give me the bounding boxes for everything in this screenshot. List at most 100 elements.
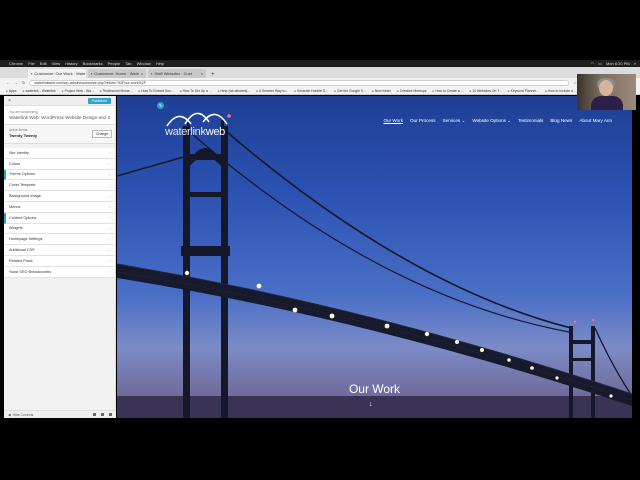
item-label: Cover Template [9,183,36,188]
close-icon[interactable]: × [8,98,11,104]
tab-staff-websites[interactable]: ▪ Staff Websites · Cust × [148,69,206,78]
forward-icon[interactable]: → [14,80,18,85]
nav-website-options[interactable]: Website Options ⌄ [472,118,511,124]
bookmark[interactable]: Testimonial Movie... [100,89,133,93]
search-icon[interactable]: ⌕ [634,61,636,66]
item-label: Homepage Settings [9,237,43,242]
customizer-item-content-options[interactable]: Content Options › [4,212,115,224]
bookmark[interactable]: How to include a ... [545,89,577,93]
item-label: Additional CSS [9,248,35,253]
bridge-photo [117,112,632,418]
menu-window[interactable]: Window [137,61,151,66]
site-navigation: Our Work Our Process Services ⌄ Website … [383,118,612,124]
url-field[interactable]: waterlinkweb.com/wp-admin/customize.php?… [29,79,570,86]
item-label: Yoast SEO Breadcrumbs [9,269,52,274]
item-label: Site Identity [9,150,29,155]
customizer-item-colors[interactable]: Colors › [4,158,115,170]
webcam-overlay [577,74,636,110]
tablet-preview-icon[interactable] [101,413,104,416]
reload-icon[interactable]: ↻ [22,80,25,85]
menu-edit[interactable]: Edit [40,61,47,66]
chevron-right-icon: › [108,204,110,210]
hide-controls-icon[interactable]: ◀ [8,413,11,417]
nav-services[interactable]: Services ⌄ [443,118,466,124]
site-preview[interactable]: ✎ waterlinkweb Our Work Our Process Serv… [117,96,632,418]
menu-file[interactable]: File [28,61,34,66]
chevron-right-icon: › [108,236,110,242]
menu-view[interactable]: View [52,61,61,66]
site-name: Waterlink Web: WordPress Website Design … [9,115,110,120]
customizer-site-info: You are customizing Waterlink Web: WordP… [4,106,115,125]
wifi-icon[interactable]: ◠ [591,61,595,66]
customizer-item-related-posts[interactable]: Related Posts › [4,255,115,267]
back-icon[interactable]: ← [6,80,10,85]
customizer-item-cover-template[interactable]: Cover Template › [4,180,115,192]
bookmark[interactable]: Creative Meetups [397,89,427,93]
site-logo[interactable]: waterlinkweb [165,126,225,138]
address-bar: ← → ↻ waterlinkweb.com/wp-admin/customiz… [0,78,640,87]
bookmark[interactable]: waterlink - Waterlink [23,89,55,93]
chevron-right-icon: › [108,258,110,264]
change-theme-button[interactable]: Change [92,130,112,138]
customizer-item-menus[interactable]: Menus › [4,201,115,213]
webcam-person-body [591,96,623,110]
nav-about[interactable]: About Mary Ann [579,118,612,124]
tab-close-icon[interactable]: × [201,71,203,76]
customizer-item-background-image[interactable]: Background Image › [4,191,115,202]
nav-our-process[interactable]: Our Process [410,118,436,124]
customizer-item-widgets[interactable]: Widgets › [4,223,115,235]
tab-customize-our-work[interactable]: ▪ Customize: Our Work · Wate × [28,69,86,78]
menu-history[interactable]: History [65,61,77,66]
logo-text-part2: web [205,126,226,138]
tab-label: Staff Websites · Cust [154,71,192,76]
bookmark[interactable]: A Smarter Way to... [256,89,288,93]
bookmark[interactable]: Apps [6,89,17,93]
edit-shortcut-icon[interactable]: ✎ [157,102,164,109]
menu-chrome[interactable]: Chrome [9,61,23,66]
scroll-down-icon[interactable]: ↓ [369,401,373,408]
customizer-item-theme-options[interactable]: Theme Options › [4,169,115,181]
nav-blog-news[interactable]: Blog News [550,118,572,124]
chevron-right-icon: › [108,215,110,221]
mobile-preview-icon[interactable] [109,413,112,416]
chevron-right-icon: › [108,225,110,231]
customizer-header: × Published [4,96,115,106]
tab-label: Customize: Our Work · Wate [34,71,86,76]
customizer-footer: ◀ Hide Controls [4,410,116,418]
bookmark[interactable]: Smashin Hobble D... [294,89,328,93]
tab-bar: ▪ Customize: Our Work · Wate × ▪ Customi… [0,67,640,78]
active-theme-panel: Active theme Twenty Twenty Change [4,125,115,144]
tab-favicon: ▪ [31,71,33,76]
menu-tab[interactable]: Tab [125,61,131,66]
bookmark[interactable]: New folder [372,89,391,93]
mac-menu-bar: Chrome File Edit View History Bookmarks … [0,60,640,67]
chevron-right-icon: › [108,193,110,199]
bookmark[interactable]: Help (wk allowed)... [218,89,251,93]
bookmark[interactable]: 10 Websites On T... [470,89,501,93]
hide-controls-button[interactable]: Hide Controls [13,413,34,417]
bookmark[interactable]: Get the Google S... [334,89,366,93]
chevron-right-icon: › [108,247,110,253]
bookmark[interactable]: How To Set Up a ... [180,89,212,93]
tab-customize-home[interactable]: ▪ Customize: Home · Wate × [88,69,146,78]
nav-our-work[interactable]: Our Work [383,118,403,124]
customizer-item-homepage-settings[interactable]: Homepage Settings › [4,234,115,246]
clock[interactable]: Mon 6:20 PM [606,61,630,66]
bookmark[interactable]: Project Web - Wa... [62,89,94,93]
customizer-item-yoast-breadcrumbs[interactable]: Yoast SEO Breadcrumbs › [4,266,115,278]
customizer-item-additional-css[interactable]: Additional CSS › [4,245,115,256]
tab-close-icon[interactable]: × [141,71,143,76]
nav-testimonials[interactable]: Testimonials [518,118,543,124]
bookmark[interactable]: How to Create a ... [432,89,463,93]
menu-people[interactable]: People [108,61,120,66]
publish-button[interactable]: Published [87,97,111,104]
bookmark[interactable]: Keyword Planner... [508,89,539,93]
menu-bookmarks[interactable]: Bookmarks [83,61,103,66]
customizing-label: You are customizing [9,110,38,114]
customizer-item-site-identity[interactable]: Site Identity › [4,148,115,159]
customizer-sidebar: × Published You are customizing Waterlin… [4,96,116,418]
battery-icon[interactable]: ▭ [598,61,602,66]
bookmark[interactable]: How To Embed Soc... [138,89,174,93]
desktop-preview-icon[interactable] [93,413,96,416]
menu-help[interactable]: Help [156,61,164,66]
